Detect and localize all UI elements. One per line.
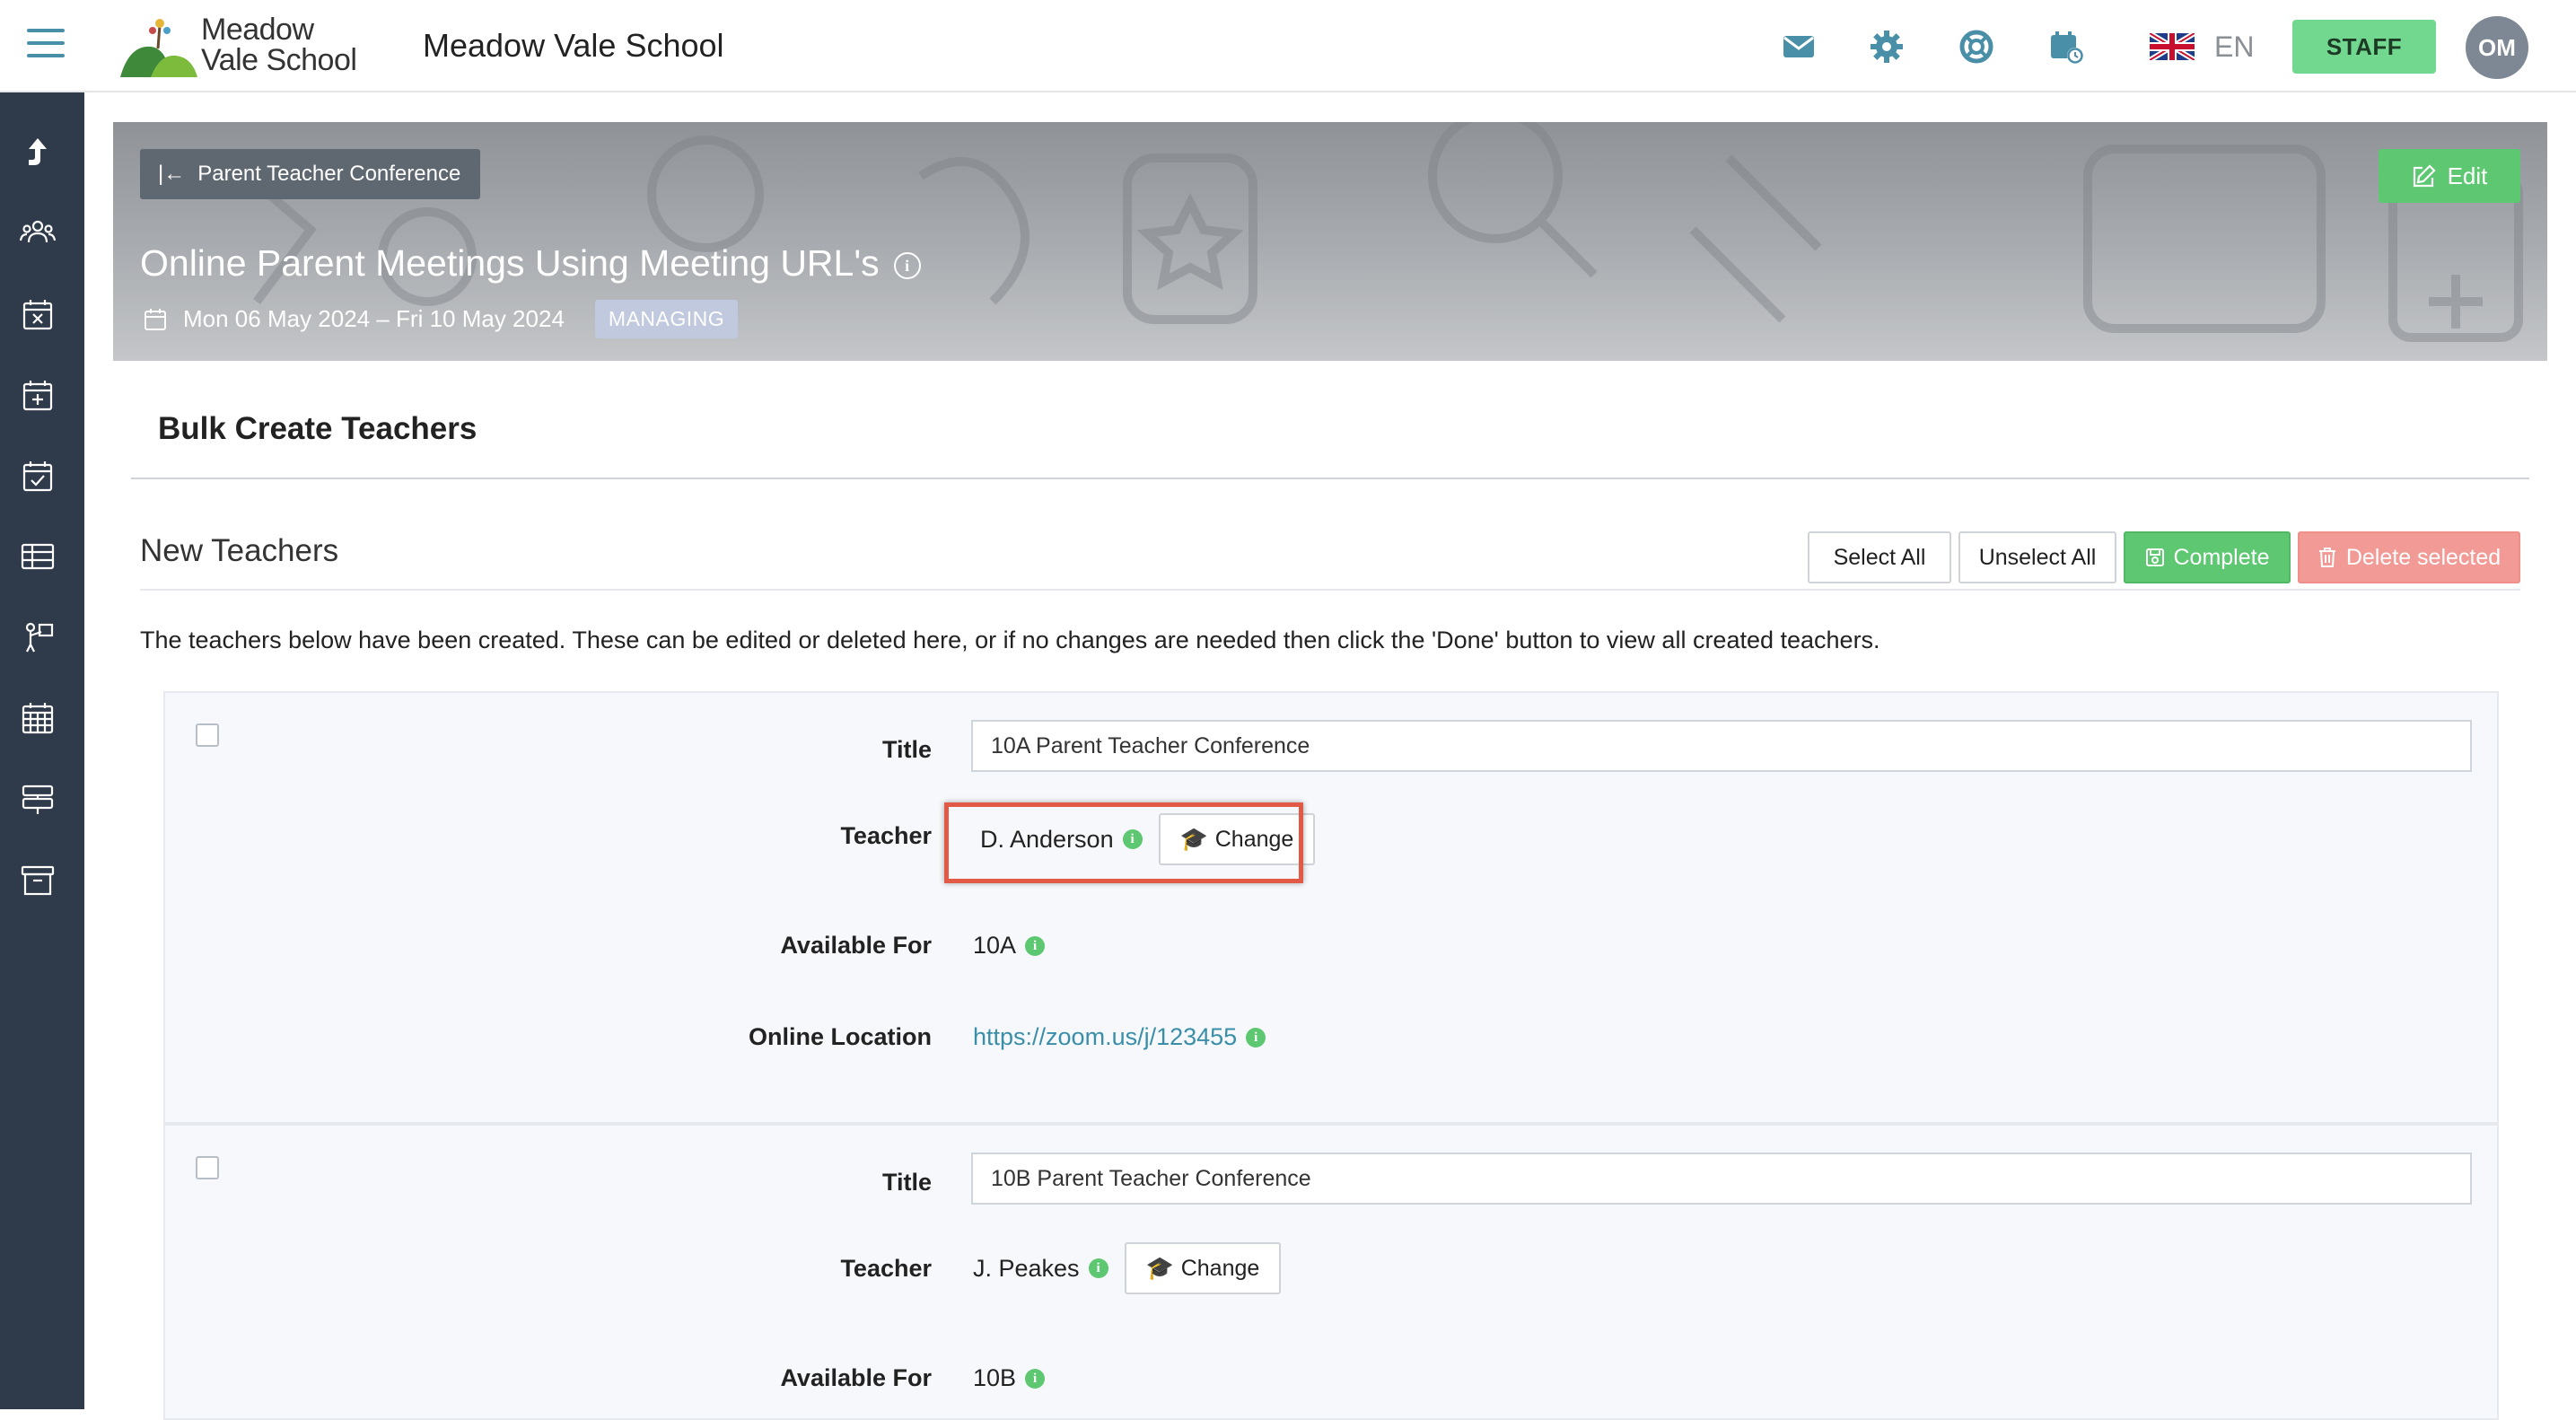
online-location-link[interactable]: https://zoom.us/j/123455	[973, 1023, 1237, 1051]
divider	[131, 478, 2529, 479]
title-info-icon[interactable]: i	[893, 252, 921, 280]
available-for-text: 10A	[973, 932, 1017, 959]
teacher-select-checkbox[interactable]	[196, 723, 219, 747]
delete-selected-label: Delete selected	[2345, 544, 2502, 570]
language-selector[interactable]: EN	[2150, 27, 2254, 66]
edit-icon	[2413, 164, 2436, 188]
school-logo[interactable]: Meadow Vale School	[120, 13, 357, 84]
calendar-clock-icon[interactable]	[2048, 29, 2084, 65]
hamburger-menu-icon[interactable]	[27, 29, 65, 61]
edit-button-label: Edit	[2447, 162, 2488, 189]
available-for-label: Available For	[780, 1364, 932, 1391]
available-for-value: 10A i	[973, 932, 1046, 960]
online-location-value: https://zoom.us/j/123455 i	[973, 1023, 1266, 1051]
select-all-button[interactable]: Select All	[1808, 531, 1951, 583]
archive-icon[interactable]	[20, 862, 56, 898]
person-board-icon[interactable]	[20, 619, 56, 655]
title-input[interactable]: 10B Parent Teacher Conference	[971, 1153, 2472, 1205]
calendar-x-icon[interactable]	[20, 296, 56, 332]
page-title: Online Parent Meetings Using Meeting URL…	[140, 242, 921, 285]
logo-hills-icon	[120, 19, 197, 77]
available-for-info-icon[interactable]: i	[1025, 1368, 1046, 1389]
language-code: EN	[2214, 30, 2255, 63]
teacher-name: J. Peakes	[973, 1254, 1080, 1282]
graduation-cap-icon: 🎓	[1145, 1255, 1174, 1281]
teacher-label: Teacher	[840, 822, 932, 849]
people-icon[interactable]	[20, 215, 56, 251]
highlight-box	[944, 802, 1303, 883]
title-input[interactable]: 10A Parent Teacher Conference	[971, 720, 2472, 772]
available-for-info-icon[interactable]: i	[1025, 935, 1046, 956]
uk-flag-icon	[2150, 33, 2195, 60]
event-date-range: Mon 06 May 2024 – Fri 10 May 2024	[183, 305, 565, 332]
complete-button[interactable]: Complete	[2124, 531, 2291, 583]
staff-button[interactable]: STAFF	[2292, 20, 2436, 74]
up-arrow-icon[interactable]	[20, 135, 56, 171]
available-for-value: 10B i	[973, 1364, 1046, 1392]
avatar[interactable]: OM	[2466, 16, 2528, 79]
calendar-icon	[145, 308, 166, 330]
event-date-row: Mon 06 May 2024 – Fri 10 May 2024 MANAGI…	[144, 300, 739, 338]
back-to-conference-button[interactable]: |← Parent Teacher Conference	[140, 149, 481, 199]
change-teacher-button[interactable]: 🎓 Change	[1124, 1242, 1282, 1294]
teacher-info-icon[interactable]: i	[1088, 1258, 1108, 1278]
logo-line-1: Meadow	[201, 13, 314, 47]
main-content: Bulk Create Teachers New Teachers Select…	[113, 361, 2547, 1420]
teacher-select-checkbox[interactable]	[196, 1156, 219, 1179]
delete-selected-button[interactable]: Delete selected	[2298, 531, 2520, 583]
divider	[140, 589, 2520, 591]
unselect-all-button[interactable]: Unselect All	[1958, 531, 2116, 583]
table-icon[interactable]	[20, 539, 56, 574]
online-location-info-icon[interactable]: i	[1246, 1027, 1266, 1047]
gear-icon[interactable]	[1869, 29, 1905, 65]
envelope-icon[interactable]	[1781, 29, 1817, 65]
calendar-plus-icon[interactable]	[20, 377, 56, 413]
intro-text: The teachers below have been created. Th…	[140, 627, 1880, 653]
status-badge: MANAGING	[594, 300, 739, 338]
teacher-card: Title 10B Parent Teacher Conference Teac…	[163, 1124, 2499, 1420]
change-button-label: Change	[1180, 1255, 1260, 1281]
online-location-label: Online Location	[748, 1023, 932, 1050]
page-header-banner: |← Parent Teacher Conference Edit Online…	[113, 122, 2547, 361]
back-arrow-icon: |←	[158, 162, 186, 186]
save-icon	[2145, 548, 2164, 566]
title-label: Title	[881, 1169, 932, 1196]
trash-icon	[2318, 548, 2335, 567]
back-button-label: Parent Teacher Conference	[197, 162, 461, 186]
available-for-text: 10B	[973, 1364, 1017, 1391]
logo-line-2: Vale School	[201, 43, 357, 77]
calendar-grid-icon[interactable]	[20, 700, 56, 736]
app-title: Meadow Vale School	[423, 27, 724, 64]
top-bar: Meadow Vale School Meadow Vale School EN…	[0, 0, 2576, 92]
page-title-text: Online Parent Meetings Using Meeting URL…	[140, 242, 880, 284]
available-for-label: Available For	[780, 932, 932, 959]
logo-wordmark: Meadow Vale School	[201, 13, 357, 77]
section-title: Bulk Create Teachers	[158, 411, 478, 446]
title-label: Title	[881, 736, 932, 763]
complete-button-label: Complete	[2173, 544, 2270, 570]
signpost-icon[interactable]	[20, 781, 56, 817]
teacher-card: Title 10A Parent Teacher Conference Teac…	[163, 691, 2499, 1124]
teacher-label: Teacher	[840, 1255, 932, 1282]
new-teachers-heading: New Teachers	[140, 533, 339, 568]
teacher-value: J. Peakes i 🎓 Change	[973, 1242, 1282, 1294]
edit-button[interactable]: Edit	[2379, 149, 2520, 203]
sidebar	[0, 92, 84, 1409]
calendar-check-icon[interactable]	[20, 458, 56, 494]
lifebuoy-icon[interactable]	[1958, 29, 1994, 65]
